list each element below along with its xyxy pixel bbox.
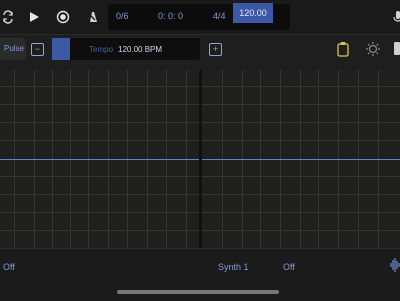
loop-icon	[3, 10, 13, 24]
side-panel-handle[interactable]	[394, 42, 400, 55]
waveform-line-right	[202, 159, 400, 160]
mic-button[interactable]	[387, 6, 400, 28]
left-status-toggle[interactable]: Off	[3, 262, 15, 272]
metronome-icon	[88, 12, 97, 22]
bpm-display[interactable]: 120.00	[233, 3, 273, 23]
tempo-value: 120.00 BPM	[118, 45, 163, 54]
home-indicator	[117, 290, 279, 294]
waveform-icon	[390, 258, 400, 272]
tempo-label: Tempo	[89, 45, 114, 54]
metronome-button[interactable]	[82, 6, 104, 28]
waveform-button[interactable]	[390, 257, 400, 278]
tempo-increase-button[interactable]: +	[209, 43, 222, 56]
clipboard-button[interactable]	[336, 41, 350, 62]
tempo-decrease-button[interactable]: −	[31, 43, 44, 56]
play-button[interactable]	[23, 6, 45, 28]
mic-icon	[393, 11, 400, 22]
record-button[interactable]	[52, 6, 74, 28]
right-status-toggle[interactable]: Off	[283, 262, 295, 272]
pulse-tab[interactable]: Pulse	[0, 38, 26, 60]
waveform-line-left	[0, 159, 199, 160]
clipboard-icon	[337, 42, 349, 57]
right-grid-panel[interactable]	[202, 70, 400, 248]
loop-button[interactable]	[0, 6, 19, 28]
left-grid-panel[interactable]	[0, 70, 199, 248]
brightness-button[interactable]	[365, 41, 381, 62]
instrument-selector[interactable]: Synth 1	[218, 262, 249, 272]
step-counter: 0/6	[116, 11, 129, 21]
brightness-icon	[366, 42, 380, 56]
play-icon	[30, 12, 39, 22]
time-signature[interactable]: 4/4	[213, 11, 226, 21]
time-counter: 0: 0: 0	[158, 11, 184, 21]
record-icon	[56, 10, 70, 24]
tempo-slider-fill	[52, 38, 70, 60]
